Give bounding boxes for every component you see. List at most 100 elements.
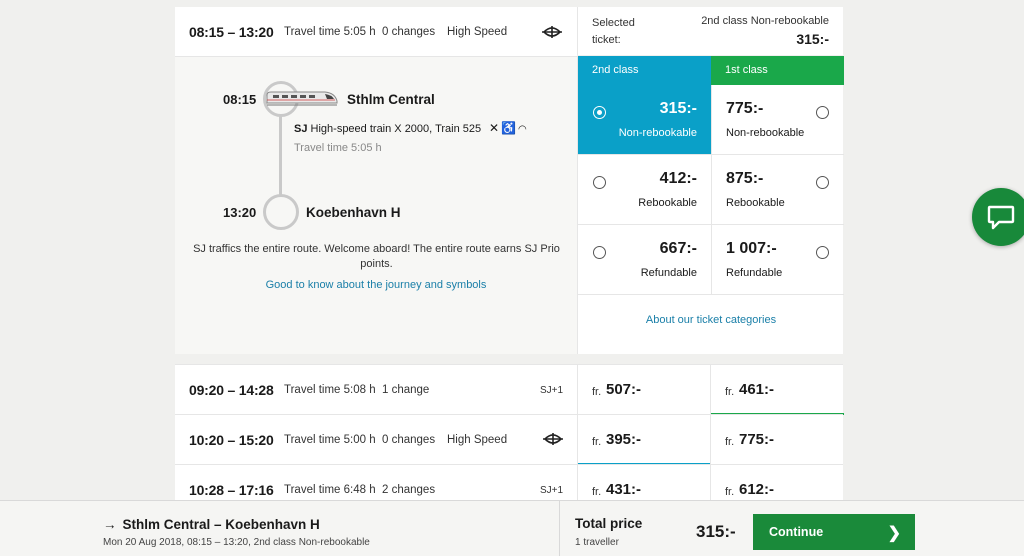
- from-label: fr.: [592, 436, 602, 448]
- train-travel-time: Travel time 5:05 h: [294, 142, 382, 154]
- fare-type: Non-rebookable: [726, 127, 805, 139]
- continue-button[interactable]: Continue ❯: [753, 514, 915, 550]
- fare-second-non-rebookable[interactable]: 315:- Non-rebookable: [578, 85, 711, 155]
- welcome-text: SJ traffics the entire route. Welcome ab…: [193, 243, 560, 270]
- changes-count: 0 changes: [382, 26, 436, 38]
- fare-price: 775:-: [726, 100, 764, 117]
- fare-price: 667:-: [659, 240, 697, 257]
- arrival-stop-marker: [263, 194, 299, 230]
- continue-label: Continue: [769, 525, 824, 539]
- fare-price: 875:-: [726, 170, 764, 187]
- fare-radio[interactable]: [816, 176, 829, 189]
- operator-label: SJ+1: [540, 485, 564, 496]
- travel-time: Travel time 5:08 h: [284, 384, 376, 396]
- fare-price: 315:-: [659, 100, 697, 117]
- price: 395:-: [606, 431, 642, 448]
- fare-second-rebookable[interactable]: 412:- Rebookable: [578, 155, 711, 225]
- travel-time: Travel time 5:00 h: [284, 434, 376, 446]
- fare-first-non-rebookable[interactable]: 775:- Non-rebookable: [711, 85, 844, 155]
- first-class-price-cell[interactable]: fr. 775:-: [710, 415, 843, 465]
- train-description: SJ High-speed train X 2000, Train 525: [294, 123, 481, 135]
- from-label: fr.: [592, 386, 602, 398]
- fare-first-rebookable[interactable]: 875:- Rebookable: [711, 155, 844, 225]
- price: 612:-: [739, 481, 775, 498]
- selected-journey-header[interactable]: 08:15 – 13:20 Travel time 5:05 h 0 chang…: [175, 7, 577, 57]
- fare-radio[interactable]: [816, 246, 829, 259]
- divider: [559, 501, 560, 556]
- changes-count: 2 changes: [382, 484, 436, 496]
- first-class-price-cell[interactable]: fr. 612:-: [710, 465, 843, 500]
- from-label: fr.: [725, 486, 735, 498]
- fare-type: Rebookable: [638, 197, 697, 209]
- arrival-time: 13:20: [223, 205, 257, 220]
- ticket-categories-link[interactable]: About our ticket categories: [578, 314, 844, 326]
- journey-time: 10:20 – 15:20: [189, 432, 274, 448]
- travel-time: Travel time 6:48 h: [284, 484, 376, 496]
- journey-time: 09:20 – 14:28: [189, 382, 274, 398]
- price: 775:-: [739, 431, 775, 448]
- price: 507:-: [606, 381, 642, 398]
- total-price-label: Total price: [575, 516, 643, 531]
- trip-meta: Mon 20 Aug 2018, 08:15 – 13:20, 2nd clas…: [103, 537, 370, 548]
- fare-radio[interactable]: [593, 246, 606, 259]
- journey-time: 08:15 – 13:20: [189, 24, 274, 40]
- chevron-right-icon: ❯: [887, 525, 901, 542]
- traveller-count: 1 traveller: [575, 537, 619, 548]
- route-text: Sthlm Central – Koebenhavn H: [122, 517, 320, 532]
- fare-type: Non-rebookable: [618, 127, 697, 139]
- from-label: fr.: [592, 486, 602, 498]
- train-type: High Speed: [447, 434, 508, 446]
- selected-ticket-summary: Selected ticket: 2nd class Non-rebookabl…: [577, 7, 843, 55]
- first-class-price-cell[interactable]: fr. 461:-: [710, 365, 844, 415]
- price: 461:-: [739, 381, 775, 398]
- good-to-know-link[interactable]: Good to know about the journey and symbo…: [175, 279, 577, 291]
- journey-time: 10:28 – 17:16: [189, 482, 274, 498]
- operator-label: SJ+1: [540, 385, 564, 396]
- train-icon: [266, 91, 338, 106]
- second-class-price-cell[interactable]: fr. 431:-: [577, 465, 710, 500]
- total-price: 315:-: [696, 522, 736, 541]
- fare-radio[interactable]: [593, 176, 606, 189]
- chat-button[interactable]: [972, 188, 1024, 246]
- fare-type: Refundable: [640, 267, 697, 279]
- train-operator: SJ: [294, 123, 308, 135]
- fare-type: Rebookable: [726, 197, 785, 209]
- fare-radio[interactable]: [816, 106, 829, 119]
- route-summary: → Sthlm Central – Koebenhavn H: [103, 517, 320, 532]
- second-class-price-cell[interactable]: fr. 395:-: [577, 415, 711, 465]
- arrow-right-icon: →: [103, 517, 117, 532]
- fare-first-refundable[interactable]: 1 007:- Refundable: [711, 225, 844, 295]
- journey-row[interactable]: 10:20 – 15:20 Travel time 5:00 h 0 chang…: [175, 414, 843, 465]
- arrival-station: Koebenhavn H: [306, 205, 401, 220]
- selected-ticket-label: Selected ticket:: [592, 17, 635, 46]
- selected-ticket-price: 315:-: [796, 31, 829, 47]
- wifi-icon: ◠: [518, 124, 529, 135]
- changes-count: 0 changes: [382, 434, 436, 446]
- fare-second-refundable[interactable]: 667:- Refundable: [578, 225, 711, 295]
- route-line: [279, 115, 282, 195]
- journey-details: 08:15 Sthlm Central SJ High-speed train …: [175, 56, 577, 354]
- second-class-price-cell[interactable]: fr. 507:-: [577, 365, 710, 415]
- fare-price: 1 007:-: [726, 240, 777, 257]
- fare-radio[interactable]: [593, 106, 606, 119]
- from-label: fr.: [725, 386, 735, 398]
- journey-row[interactable]: 10:28 – 17:16 Travel time 6:48 h 2 chang…: [175, 464, 843, 500]
- wheelchair-icon: ♿: [501, 121, 519, 135]
- first-class-header: 1st class: [711, 56, 844, 85]
- from-label: fr.: [725, 436, 735, 448]
- no-food-icon: ✕: [489, 121, 502, 135]
- second-class-header: 2nd class: [578, 56, 711, 85]
- fare-grid: 2nd class 1st class 315:- Non-rebookable…: [577, 56, 844, 354]
- price: 431:-: [606, 481, 642, 498]
- train-name: High-speed train X 2000, Train 525: [310, 123, 482, 135]
- sj-logo-icon: [542, 26, 562, 38]
- changes-count: 1 change: [382, 384, 430, 396]
- booking-summary-bar: → Sthlm Central – Koebenhavn H Mon 20 Aug…: [0, 500, 1024, 556]
- fare-price: 412:-: [659, 170, 697, 187]
- selected-ticket-class: 2nd class Non-rebookable: [701, 15, 829, 27]
- fare-type: Refundable: [726, 267, 783, 279]
- amenities: ✕♿◠: [489, 121, 529, 135]
- train-type: High Speed: [447, 26, 508, 38]
- chat-icon: [987, 205, 1015, 230]
- journey-row[interactable]: 09:20 – 14:28 Travel time 5:08 h 1 chang…: [175, 364, 844, 415]
